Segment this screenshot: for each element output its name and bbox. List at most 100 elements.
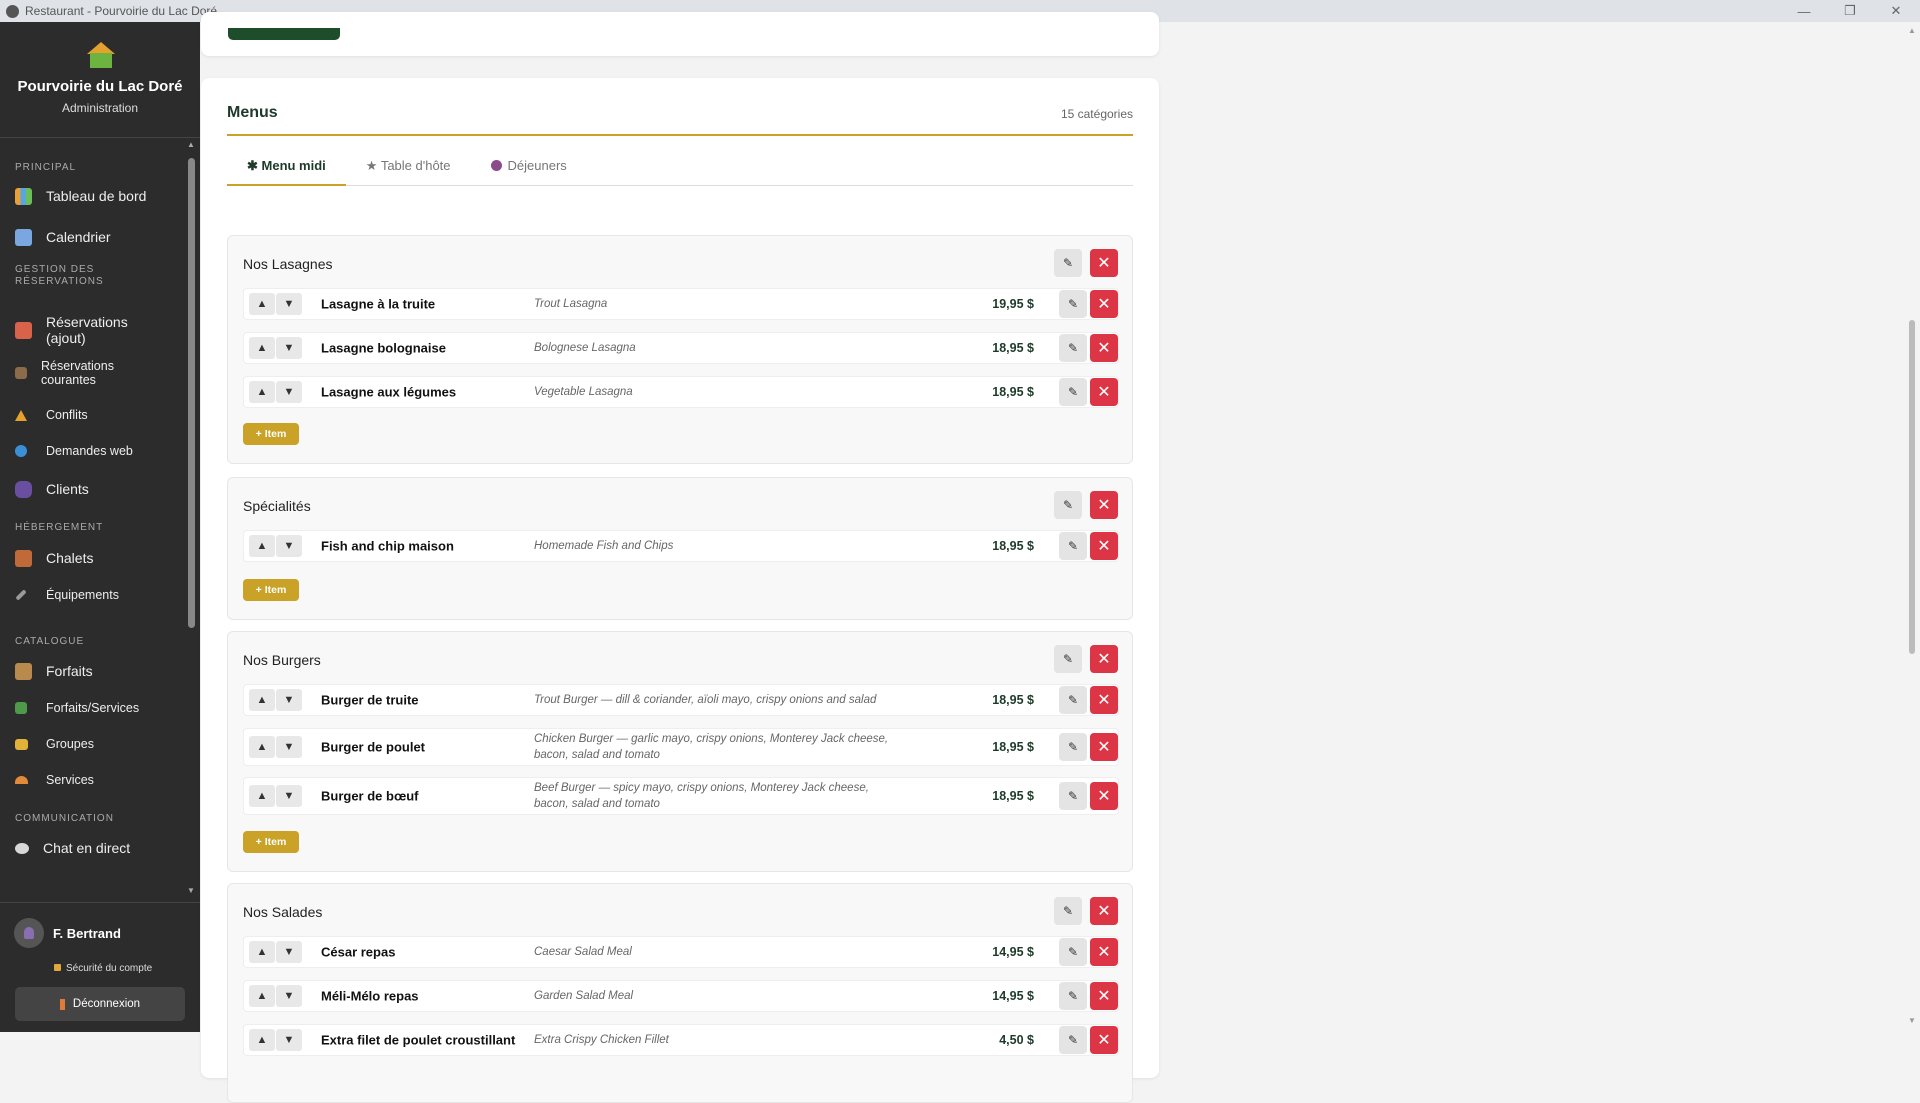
item-price: 18,95 $ xyxy=(992,341,1034,355)
arrow-down-icon: ▼ xyxy=(283,790,295,802)
item-price: 19,95 $ xyxy=(992,297,1034,311)
edit-item-button[interactable]: ✎ xyxy=(1059,378,1087,406)
move-down-button[interactable]: ▼ xyxy=(276,736,302,758)
logout-button[interactable]: Déconnexion xyxy=(15,987,185,1021)
move-up-button[interactable]: ▲ xyxy=(249,689,275,711)
sidebar-item-clients[interactable]: Clients xyxy=(0,474,104,504)
move-up-button[interactable]: ▲ xyxy=(249,535,275,557)
move-up-button[interactable]: ▲ xyxy=(249,736,275,758)
sidebar-item-label: Calendrier xyxy=(46,229,111,245)
edit-category-button[interactable]: ✎ xyxy=(1054,249,1082,277)
close-window-button[interactable]: ✕ xyxy=(1876,0,1916,22)
move-down-button[interactable]: ▼ xyxy=(276,785,302,807)
tab-dejeuners[interactable]: Déjeuners xyxy=(471,150,587,186)
sidebar-scrollbar[interactable]: ▲ ▼ xyxy=(186,140,196,900)
scroll-down-icon[interactable]: ▼ xyxy=(186,886,196,898)
scroll-up-icon[interactable]: ▲ xyxy=(186,140,196,152)
edit-item-button[interactable]: ✎ xyxy=(1059,334,1087,362)
sidebar-item-groupes[interactable]: Groupes xyxy=(0,730,109,758)
edit-item-button[interactable]: ✎ xyxy=(1059,290,1087,318)
move-down-button[interactable]: ▼ xyxy=(276,381,302,403)
delete-category-button[interactable]: ✕ xyxy=(1090,645,1118,673)
door-icon xyxy=(59,998,65,1010)
sidebar-item-chat[interactable]: Chat en direct xyxy=(0,833,145,863)
move-up-button[interactable]: ▲ xyxy=(249,785,275,807)
delete-item-button[interactable]: ✕ xyxy=(1090,733,1118,761)
logout-label: Déconnexion xyxy=(72,998,141,1010)
sidebar-item-calendar[interactable]: Calendrier xyxy=(0,222,126,252)
delete-item-button[interactable]: ✕ xyxy=(1090,334,1118,362)
sidebar-item-services[interactable]: Services xyxy=(0,766,109,794)
move-up-button[interactable]: ▲ xyxy=(249,941,275,963)
edit-item-button[interactable]: ✎ xyxy=(1059,1026,1087,1054)
delete-item-button[interactable]: ✕ xyxy=(1090,532,1118,560)
delete-category-button[interactable]: ✕ xyxy=(1090,897,1118,925)
delete-item-button[interactable]: ✕ xyxy=(1090,938,1118,966)
sidebar-item-equipements[interactable]: Équipements xyxy=(0,581,134,609)
edit-item-button[interactable]: ✎ xyxy=(1059,733,1087,761)
delete-category-button[interactable]: ✕ xyxy=(1090,491,1118,519)
scroll-down-icon[interactable]: ▼ xyxy=(1904,1016,1920,1025)
add-item-button[interactable]: + Item xyxy=(243,423,299,445)
pencil-icon: ✎ xyxy=(1067,1033,1079,1047)
add-item-button[interactable]: + Item xyxy=(243,579,299,601)
menus-title: Menus xyxy=(227,104,278,121)
sidebar-item-conflicts[interactable]: Conflits xyxy=(0,401,103,429)
move-down-button[interactable]: ▼ xyxy=(276,337,302,359)
edit-item-button[interactable]: ✎ xyxy=(1059,982,1087,1010)
move-up-button[interactable]: ▲ xyxy=(249,985,275,1007)
move-down-button[interactable]: ▼ xyxy=(276,941,302,963)
delete-category-button[interactable]: ✕ xyxy=(1090,249,1118,277)
sidebar-item-forfaits[interactable]: Forfaits xyxy=(0,656,108,686)
users-icon xyxy=(15,480,32,498)
edit-category-button[interactable]: ✎ xyxy=(1054,897,1082,925)
move-up-button[interactable]: ▲ xyxy=(249,1029,275,1051)
menu-item-row: ▲ ▼ Lasagne bolognaise Bolognese Lasagna 18,… xyxy=(243,332,1119,364)
edit-item-button[interactable]: ✎ xyxy=(1059,938,1087,966)
tab-table-hote[interactable]: ★ Table d'hôte xyxy=(346,150,471,186)
delete-item-button[interactable]: ✕ xyxy=(1090,782,1118,810)
sidebar-item-label: Tableau de bord xyxy=(46,188,147,204)
arrow-down-icon: ▼ xyxy=(283,990,295,1002)
delete-item-button[interactable]: ✕ xyxy=(1090,1026,1118,1054)
item-name: Lasagne à la truite xyxy=(321,296,436,312)
move-up-button[interactable]: ▲ xyxy=(249,381,275,403)
account-security-link[interactable]: Sécurité du compte xyxy=(54,963,152,974)
sidebar-item-forfaits-services[interactable]: Forfaits/Services xyxy=(0,694,154,722)
delete-item-button[interactable]: ✕ xyxy=(1090,290,1118,318)
delete-item-button[interactable]: ✕ xyxy=(1090,982,1118,1010)
move-down-button[interactable]: ▼ xyxy=(276,689,302,711)
edit-category-button[interactable]: ✎ xyxy=(1054,491,1082,519)
move-up-button[interactable]: ▲ xyxy=(249,337,275,359)
delete-item-button[interactable]: ✕ xyxy=(1090,378,1118,406)
scrollbar-thumb[interactable] xyxy=(1909,320,1915,654)
sidebar-item-dashboard[interactable]: Tableau de bord xyxy=(0,181,161,211)
sidebar-item-web-requests[interactable]: Demandes web xyxy=(0,437,148,465)
page-scrollbar[interactable]: ▲ ▼ xyxy=(1904,22,1920,1032)
menu-item-row: ▲ ▼ Lasagne à la truite Trout Lasagna 19,95 … xyxy=(243,288,1119,320)
sidebar-item-reservations-current[interactable]: Réservations courantes xyxy=(0,353,140,393)
add-item-button[interactable]: + Item xyxy=(243,831,299,853)
edit-category-button[interactable]: ✎ xyxy=(1054,645,1082,673)
move-down-button[interactable]: ▼ xyxy=(276,535,302,557)
brand-subtitle: Administration xyxy=(61,101,139,115)
move-down-button[interactable]: ▼ xyxy=(276,985,302,1007)
restore-button[interactable]: ❐ xyxy=(1830,0,1870,22)
sidebar-item-label: Demandes web xyxy=(46,444,133,458)
sidebar-item-chalets[interactable]: Chalets xyxy=(0,543,108,573)
sidebar-item-reservations-add[interactable]: Réservations (ajout) xyxy=(0,314,184,346)
clipboard-icon xyxy=(15,367,27,379)
edit-item-button[interactable]: ✎ xyxy=(1059,686,1087,714)
move-up-button[interactable]: ▲ xyxy=(249,293,275,315)
scrollbar-thumb[interactable] xyxy=(188,158,195,628)
scroll-up-icon[interactable]: ▲ xyxy=(1904,26,1920,35)
tab-menu-midi[interactable]: ✱ Menu midi xyxy=(227,150,346,186)
edit-item-button[interactable]: ✎ xyxy=(1059,782,1087,810)
save-button[interactable] xyxy=(228,28,340,40)
move-down-button[interactable]: ▼ xyxy=(276,293,302,315)
move-down-button[interactable]: ▼ xyxy=(276,1029,302,1051)
delete-item-button[interactable]: ✕ xyxy=(1090,686,1118,714)
edit-item-button[interactable]: ✎ xyxy=(1059,532,1087,560)
item-price: 18,95 $ xyxy=(992,740,1034,754)
minimize-button[interactable]: — xyxy=(1784,0,1824,22)
